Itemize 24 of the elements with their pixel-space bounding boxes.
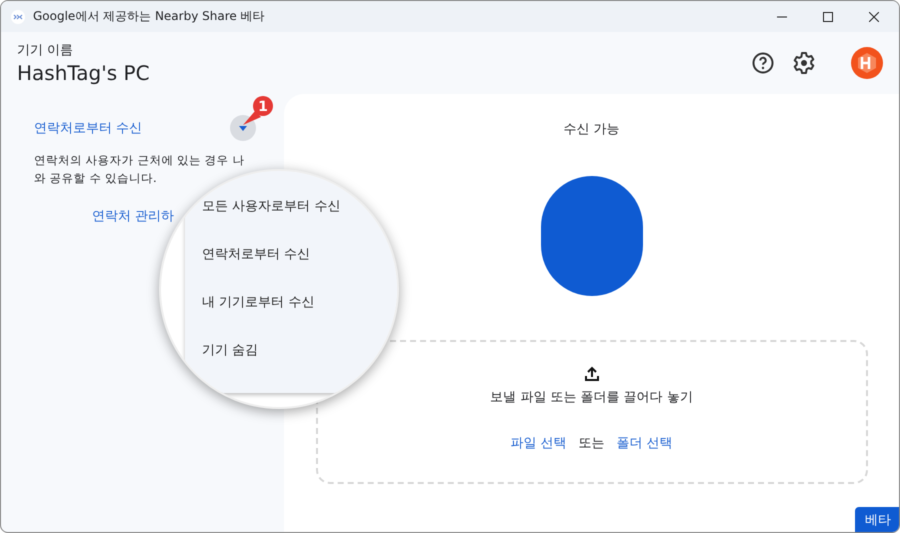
settings-icon[interactable] — [792, 51, 816, 75]
beta-badge: 베타 — [855, 507, 899, 532]
device-name: HashTag's PC — [17, 61, 150, 85]
app-icon — [11, 10, 25, 24]
select-file-link[interactable]: 파일 선택 — [510, 434, 566, 452]
maximize-icon[interactable] — [823, 12, 833, 22]
visibility-setting: 연락처로부터 수신 — [34, 120, 142, 137]
menu-item[interactable]: 기기 숨김 — [185, 341, 397, 389]
dropdown-button[interactable] — [230, 115, 256, 141]
select-folder-link[interactable]: 폴더 선택 — [616, 434, 673, 452]
close-icon[interactable] — [869, 12, 879, 22]
caret-icon — [239, 126, 247, 130]
menu-item[interactable]: 연락처로부터 수신 — [185, 245, 397, 293]
device-name-label: 기기 이름 — [17, 42, 74, 59]
menu-item[interactable]: 모든 사용자로부터 수신 — [185, 197, 397, 245]
drop-instruction: 보낼 파일 또는 폴더를 끌어다 놓기 — [490, 389, 693, 406]
help-icon[interactable] — [751, 51, 775, 75]
visibility-description: 연락처의 사용자가 근처에 있는 경우 나와 공유할 수 있습니다. — [34, 152, 246, 187]
menu-item[interactable]: 내 기기로부터 수신 — [185, 293, 397, 341]
avatar-icon[interactable] — [851, 47, 883, 79]
or-text: 또는 — [578, 435, 604, 452]
receive-status: 수신 가능 — [563, 121, 620, 138]
upload-icon — [584, 366, 600, 382]
window-title: Google에서 제공하는 Nearby Share 베타 — [33, 8, 265, 25]
